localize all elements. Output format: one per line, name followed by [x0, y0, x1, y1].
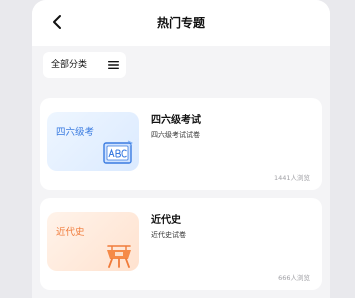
topic-thumbnail: 四六级考	[47, 112, 139, 171]
topic-thumbnail: 近代史	[47, 212, 139, 271]
page-title: 热门专题	[156, 16, 205, 30]
ancient-bronze-vessel-icon	[107, 245, 131, 268]
topic-card-modern-history[interactable]: 近代史 近代史 近代史试卷 666人浏览	[40, 198, 322, 290]
category-filter-label: 全部分类	[51, 60, 88, 70]
category-filter-button[interactable]: 全部分类	[43, 52, 126, 78]
top-navigation-bar: 热门专题	[32, 0, 330, 46]
topic-subtitle: 四六级考试试卷	[151, 131, 200, 139]
thumbnail-label: 近代史	[56, 227, 85, 238]
topic-title: 四六级考试	[151, 115, 201, 126]
view-count: 666人浏览	[278, 274, 310, 282]
view-count: 1441人浏览	[273, 174, 310, 182]
menu-icon	[108, 61, 119, 69]
topic-subtitle: 近代史试卷	[151, 231, 186, 239]
topic-card-cet[interactable]: 四六级考 四六级考试 四六级考试试卷 1441人浏览	[40, 98, 322, 190]
app-screen: 热门专题 全部分类 四六级考 四六级考试 四六级考试试卷 1441人浏览 近代史…	[32, 0, 330, 298]
topic-title: 近代史	[151, 215, 181, 226]
abc-book-icon	[103, 140, 133, 164]
thumbnail-label: 四六级考	[56, 127, 95, 138]
